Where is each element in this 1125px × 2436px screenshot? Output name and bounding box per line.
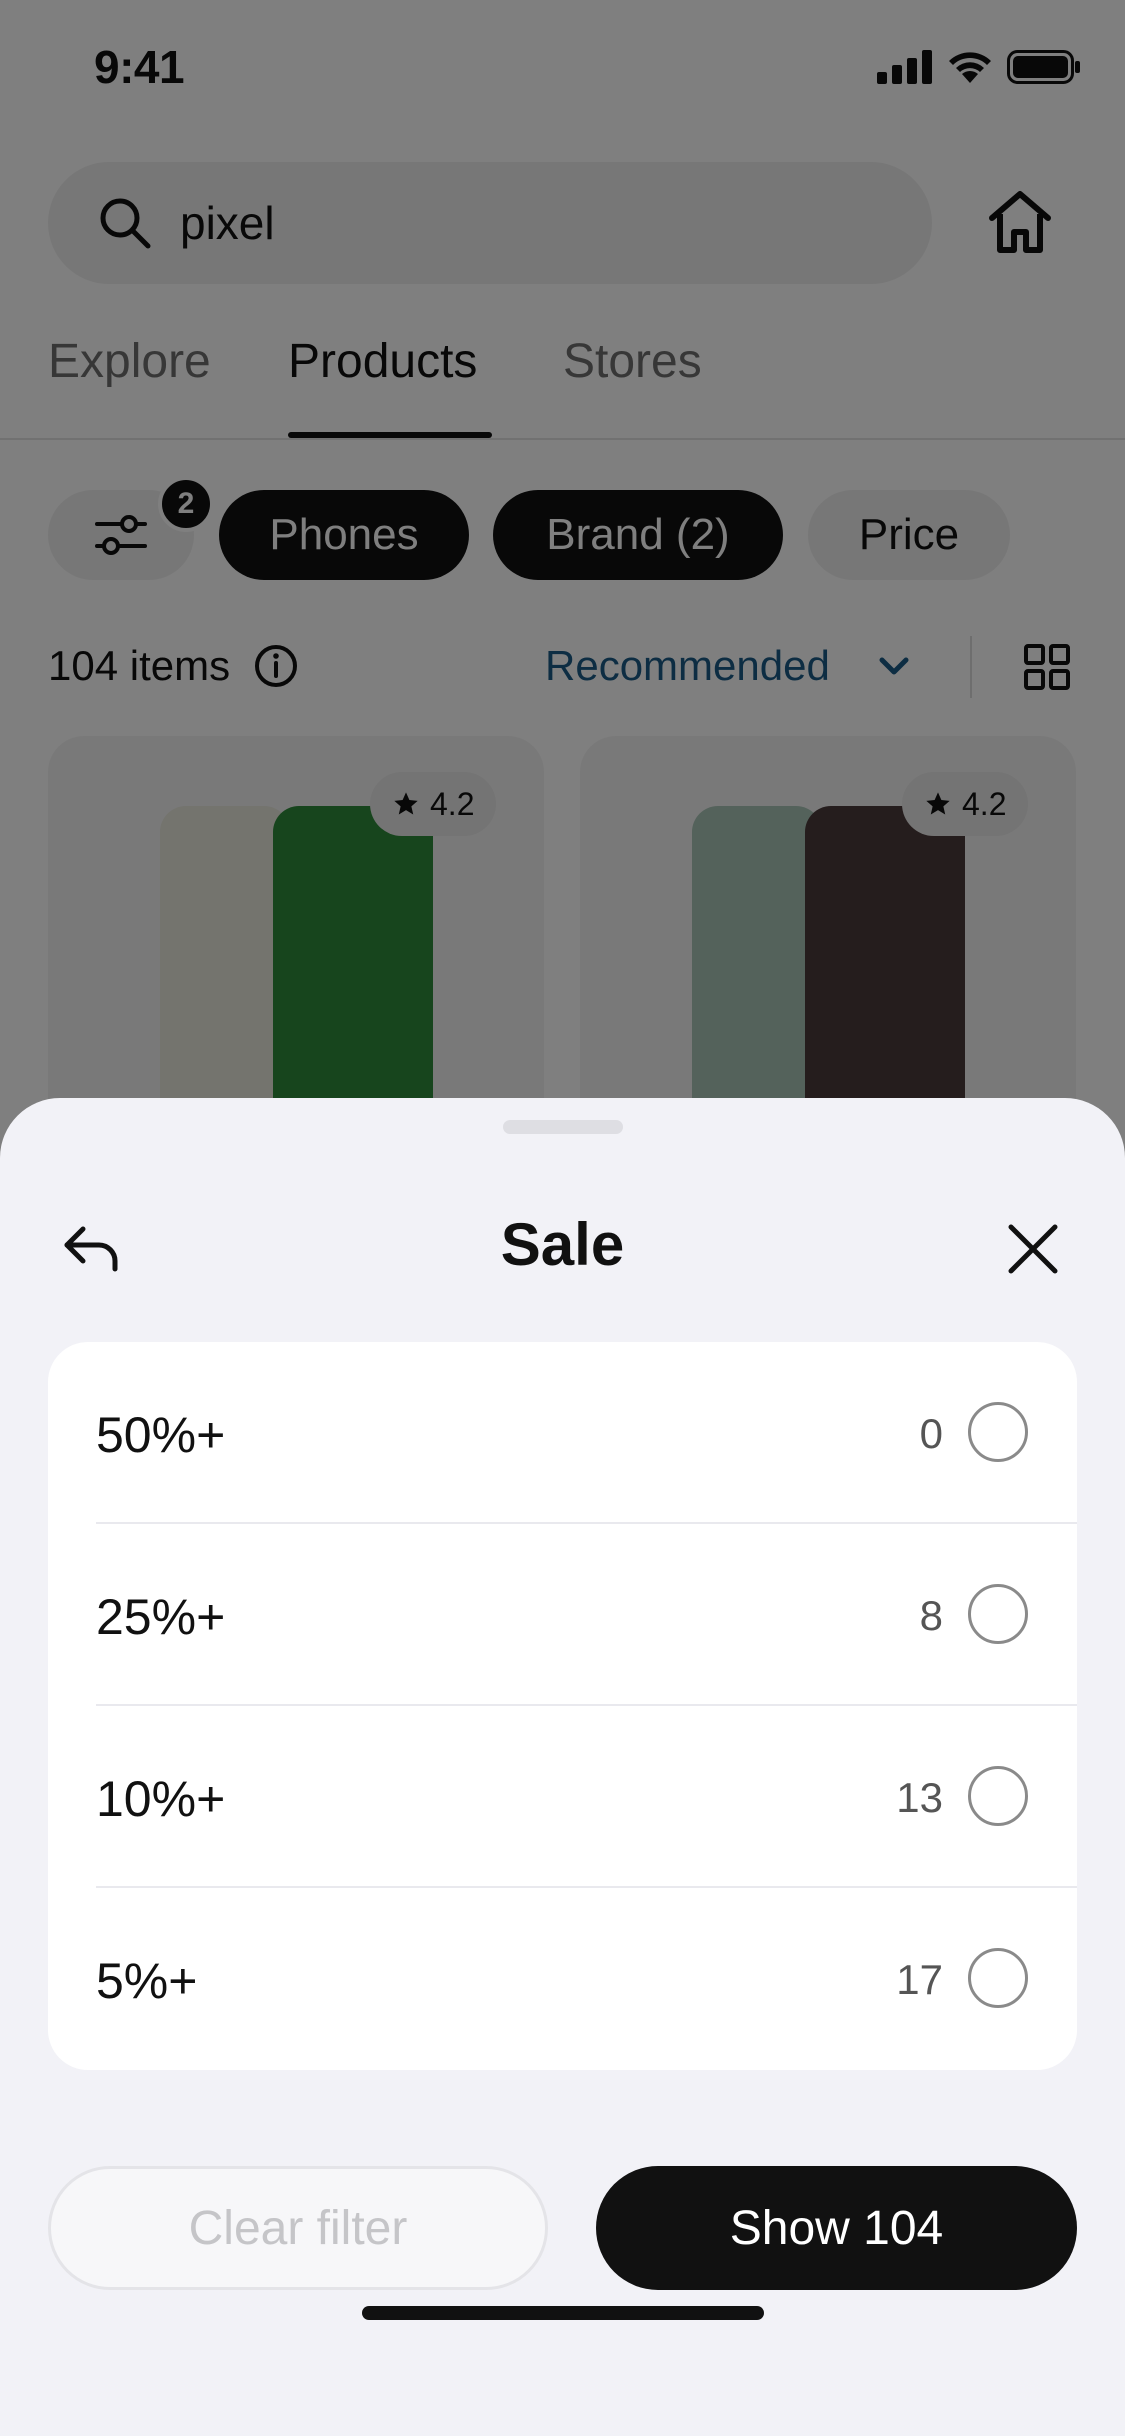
sale-option-count: 17 <box>896 1956 943 2003</box>
sale-option-count: 13 <box>896 1774 943 1821</box>
close-icon <box>1008 1224 1058 1274</box>
radio-button[interactable] <box>968 1584 1028 1644</box>
sale-option[interactable]: 10%+ 13 <box>48 1706 1077 1888</box>
sale-option-label: 10%+ <box>96 1771 226 1827</box>
sale-option-label: 25%+ <box>96 1589 226 1645</box>
sale-options-list: 50%+ 0 25%+ 8 10%+ 13 5%+ 17 <box>48 1342 1077 2070</box>
radio-button[interactable] <box>968 1402 1028 1462</box>
sale-option[interactable]: 25%+ 8 <box>48 1524 1077 1706</box>
sheet-title: Sale <box>500 1211 625 1278</box>
sale-option-count: 8 <box>919 1592 943 1639</box>
sale-option-label: 50%+ <box>96 1407 226 1463</box>
home-indicator[interactable] <box>362 2306 764 2320</box>
clear-filter-button[interactable]: Clear filter <box>48 2166 548 2290</box>
sale-option-label: 5%+ <box>96 1953 198 2009</box>
close-button[interactable] <box>1000 1216 1066 1282</box>
radio-button[interactable] <box>968 1948 1028 2008</box>
sale-option-count: 0 <box>919 1410 943 1457</box>
sale-option[interactable]: 5%+ 17 <box>48 1888 1077 2070</box>
radio-button[interactable] <box>968 1766 1028 1826</box>
sale-filter-sheet: Sale 50%+ 0 25%+ 8 10%+ 13 5%+ 17 Clear … <box>0 1098 1125 2436</box>
show-results-button[interactable]: Show 104 <box>596 2166 1077 2290</box>
sale-option[interactable]: 50%+ 0 <box>48 1342 1077 1524</box>
sheet-grabber[interactable] <box>503 1120 623 1134</box>
